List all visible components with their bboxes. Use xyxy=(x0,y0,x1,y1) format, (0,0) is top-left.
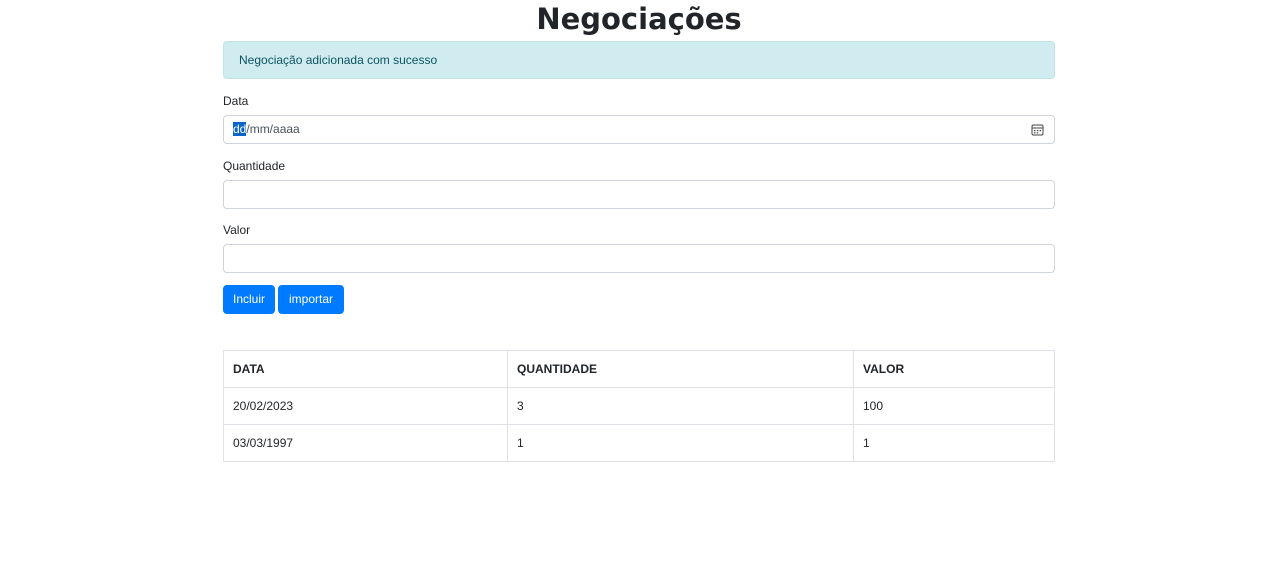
quantidade-form-group: Quantidade xyxy=(223,158,1055,174)
negociacoes-table: DATA QUANTIDADE VALOR 20/02/2023 3 100 0… xyxy=(223,350,1055,462)
date-rest-segment: /mm/aaaa xyxy=(246,122,300,136)
calendar-icon[interactable] xyxy=(1031,123,1044,136)
cell-data: 20/02/2023 xyxy=(223,387,508,425)
valor-input[interactable] xyxy=(223,244,1055,273)
page-title: Negociações xyxy=(536,2,742,36)
header-quantidade: QUANTIDADE xyxy=(507,350,854,388)
table-row: 20/02/2023 3 100 xyxy=(223,387,1055,425)
importar-button[interactable]: importar xyxy=(278,285,344,314)
success-alert: Negociação adicionada com sucesso xyxy=(223,41,1055,79)
quantidade-label: Quantidade xyxy=(223,159,286,173)
valor-label: Valor xyxy=(223,223,251,237)
cell-valor: 1 xyxy=(853,424,1055,462)
data-label: Data xyxy=(223,94,249,108)
header-data: DATA xyxy=(223,350,508,388)
main-container: Negociações Negociação adicionada com su… xyxy=(223,0,1055,462)
incluir-button[interactable]: Incluir xyxy=(223,285,275,314)
table-row: 03/03/1997 1 1 xyxy=(223,424,1055,462)
cell-valor: 100 xyxy=(853,387,1055,425)
cell-quantidade: 1 xyxy=(507,424,854,462)
data-form-group: Data xyxy=(223,93,1055,109)
quantidade-input[interactable] xyxy=(223,180,1055,209)
data-date-input[interactable]: dd/mm/aaaa xyxy=(223,115,1055,144)
header-valor: VALOR xyxy=(853,350,1055,388)
alert-message: Negociação adicionada com sucesso xyxy=(239,53,438,67)
valor-form-group: Valor xyxy=(223,222,1055,238)
cell-quantidade: 3 xyxy=(507,387,854,425)
table-header-row: DATA QUANTIDADE VALOR xyxy=(223,350,1055,388)
cell-data: 03/03/1997 xyxy=(223,424,508,462)
date-placeholder: dd/mm/aaaa xyxy=(233,122,300,137)
date-day-segment[interactable]: dd xyxy=(233,122,247,136)
